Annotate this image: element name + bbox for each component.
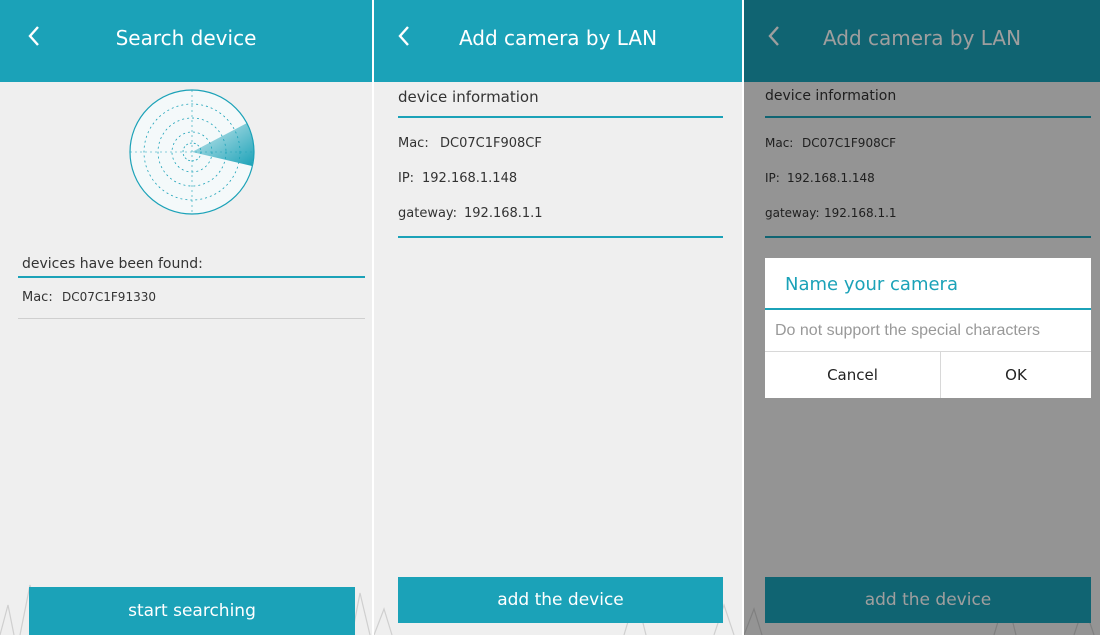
- add-device-button[interactable]: add the device: [398, 577, 723, 623]
- mac-label: Mac:: [22, 290, 53, 305]
- page-title: Search device: [115, 26, 257, 50]
- mac-value: DC07C1F908CF: [440, 136, 542, 151]
- found-devices-heading: devices have been found:: [22, 256, 203, 272]
- cancel-button[interactable]: Cancel: [765, 352, 941, 398]
- gateway-label: gateway:: [398, 206, 458, 221]
- mac-label: Mac:: [398, 136, 429, 151]
- ok-button[interactable]: OK: [941, 352, 1091, 398]
- add-camera-dialog-screen: Add camera by LAN device information Mac…: [744, 0, 1100, 635]
- radar-icon: [129, 89, 255, 215]
- top-bar: Add camera by LAN: [374, 0, 742, 82]
- divider: [398, 116, 723, 118]
- camera-name-input[interactable]: [765, 308, 1091, 352]
- mac-value: DC07C1F91330: [62, 290, 156, 304]
- ip-value: 192.168.1.148: [422, 171, 518, 186]
- top-bar: Search device: [0, 0, 372, 82]
- section-title: device information: [398, 88, 539, 106]
- ip-label: IP:: [398, 171, 415, 186]
- search-device-screen: Search device devices have been found: M…: [0, 0, 372, 635]
- divider: [18, 276, 365, 278]
- gateway-value: 192.168.1.1: [464, 206, 543, 221]
- divider: [18, 318, 365, 319]
- name-camera-dialog: Name your camera Cancel OK: [765, 258, 1091, 398]
- page-title: Add camera by LAN: [458, 26, 658, 50]
- dialog-title: Name your camera: [785, 274, 958, 295]
- add-camera-screen: Add camera by LAN device information Mac…: [374, 0, 742, 635]
- start-searching-button[interactable]: start searching: [29, 587, 355, 635]
- device-list-item[interactable]: Mac: DC07C1F91330: [18, 284, 365, 318]
- divider: [398, 236, 723, 238]
